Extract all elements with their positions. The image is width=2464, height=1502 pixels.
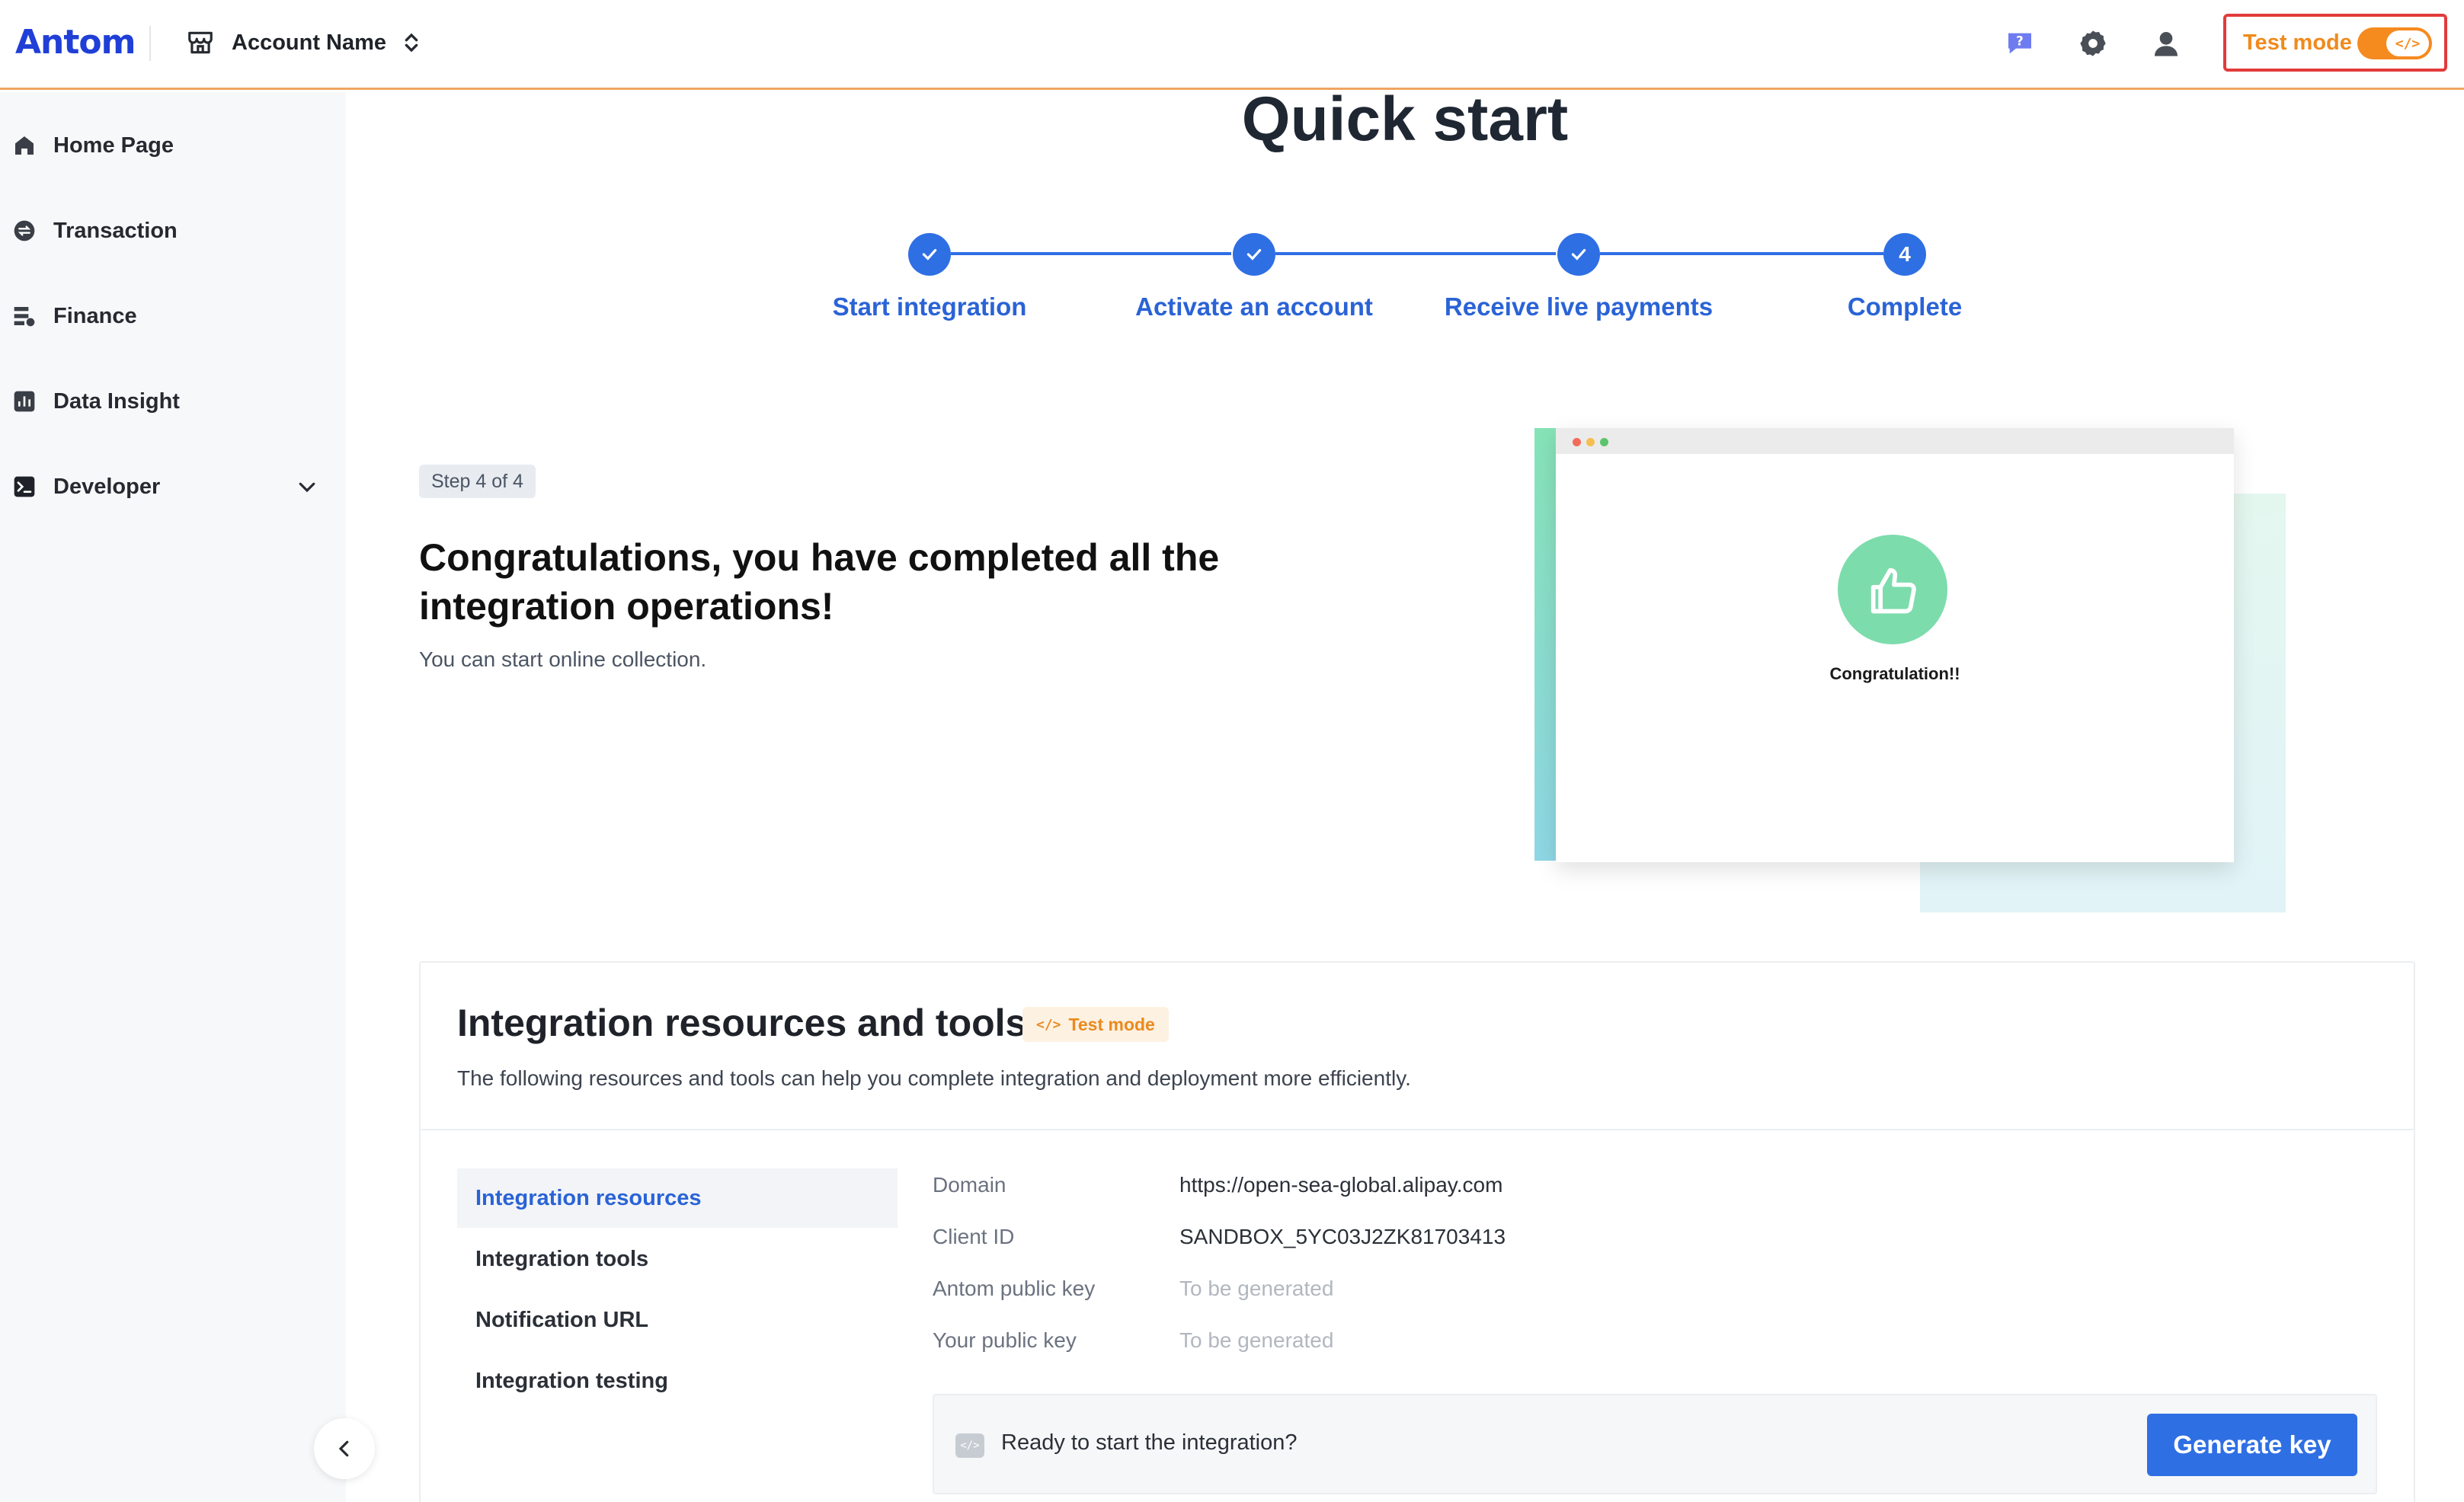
- test-mode-toggle-area: Test mode </>: [2223, 14, 2447, 72]
- badge-label: Test mode: [1068, 1014, 1155, 1034]
- field-key-client-id: Client ID: [933, 1225, 1015, 1248]
- step-3-check: [1557, 233, 1600, 276]
- integration-resources-card: Integration resources and tools </> Test…: [419, 961, 2415, 1502]
- step-label-receive-payments: Receive live payments: [1444, 292, 1714, 321]
- field-key-antom-public-key: Antom public key: [933, 1277, 1096, 1300]
- sidebar-item-data-insight[interactable]: Data Insight: [12, 375, 325, 428]
- window-dot-yellow: [1586, 438, 1595, 446]
- top-header: Antom Account Name ? Test mode </>: [0, 0, 2464, 90]
- step-1-check: [908, 233, 951, 276]
- test-mode-badge: </> Test mode: [1022, 1007, 1169, 1042]
- illustration-accent: [1534, 428, 1557, 861]
- store-icon: [188, 31, 213, 54]
- account-switcher[interactable]: Account Name: [186, 23, 420, 62]
- sidebar: Home Page Transaction Finance Data Insig…: [0, 92, 346, 1502]
- header-divider: [149, 26, 151, 61]
- sidebar-item-label: Home Page: [53, 133, 174, 158]
- chevron-left-icon: [338, 1440, 349, 1457]
- stepper-connector: [1600, 252, 1883, 255]
- account-name: Account Name: [232, 30, 387, 55]
- page-title: Quick start: [1241, 85, 1569, 154]
- tab-integration-tools[interactable]: Integration tools: [457, 1229, 898, 1289]
- step-2-check: [1233, 233, 1275, 276]
- test-mode-label: Test mode: [2243, 30, 2352, 55]
- chevron-updown-icon: [405, 33, 418, 53]
- illustration-caption: Congratulation!!: [1829, 664, 1960, 683]
- field-value-antom-public-key: To be generated: [1179, 1277, 1334, 1300]
- step-label-complete: Complete: [1847, 292, 1963, 321]
- check-icon: [1571, 248, 1586, 260]
- sidebar-item-label: Transaction: [53, 218, 178, 243]
- svg-text:?: ?: [2016, 34, 2024, 49]
- step-label-activate-account: Activate an account: [1135, 292, 1373, 321]
- help-chat-icon[interactable]: ?: [2001, 24, 2039, 62]
- test-mode-switch[interactable]: </>: [2357, 27, 2432, 59]
- transaction-icon: [12, 219, 37, 243]
- sidebar-item-finance[interactable]: Finance: [12, 289, 325, 343]
- stepper-connector: [951, 252, 1231, 255]
- check-icon: [922, 248, 937, 260]
- step-badge: Step 4 of 4: [419, 465, 536, 498]
- settings-gear-icon[interactable]: [2074, 24, 2112, 62]
- congrats-text: You can start online collection.: [419, 647, 707, 671]
- check-icon: [1246, 248, 1262, 260]
- field-key-your-public-key: Your public key: [933, 1328, 1077, 1352]
- data-insight-icon: [12, 389, 37, 414]
- sidebar-item-label: Data Insight: [53, 388, 180, 414]
- finance-icon: [12, 304, 37, 328]
- tab-integration-testing[interactable]: Integration testing: [457, 1351, 898, 1411]
- field-value-client-id[interactable]: SANDBOX_5YC03J2ZK81703413: [1179, 1225, 1506, 1249]
- sidebar-item-label: Developer: [53, 474, 161, 499]
- step-4-number: 4: [1883, 233, 1926, 276]
- stepper-connector: [1275, 252, 1556, 255]
- developer-terminal-icon: [12, 475, 37, 499]
- congrats-illustration: Congratulation!!: [1556, 428, 2234, 862]
- field-value-domain[interactable]: https://open-sea-global.alipay.com: [1179, 1173, 1502, 1197]
- ready-text: Ready to start the integration?: [1001, 1430, 1298, 1455]
- code-icon: </>: [1036, 1016, 1061, 1033]
- card-description: The following resources and tools can he…: [457, 1066, 1411, 1090]
- code-icon: </>: [955, 1433, 984, 1458]
- code-icon: </>: [2386, 30, 2429, 56]
- sidebar-item-developer[interactable]: Developer: [12, 460, 325, 513]
- sidebar-item-label: Finance: [53, 303, 137, 328]
- congrats-heading: Congratulations, you have completed all …: [419, 536, 1220, 628]
- collapse-sidebar-button[interactable]: [314, 1418, 375, 1479]
- tab-integration-resources[interactable]: Integration resources: [457, 1168, 898, 1228]
- generate-key-button[interactable]: Generate key: [2147, 1414, 2357, 1476]
- card-title: Integration resources and tools: [457, 1002, 1027, 1044]
- step-label-start-integration: Start integration: [832, 292, 1027, 321]
- window-dot-red: [1573, 438, 1581, 446]
- thumbs-up-icon: [1838, 535, 1947, 644]
- sidebar-item-transaction[interactable]: Transaction: [12, 204, 325, 257]
- illustration-window-bar: [1556, 428, 2234, 454]
- tab-notification-url[interactable]: Notification URL: [457, 1290, 898, 1350]
- ready-banner: </> Ready to start the integration? Gene…: [933, 1394, 2377, 1494]
- user-avatar-icon[interactable]: [2147, 24, 2185, 62]
- card-divider: [421, 1129, 2414, 1130]
- home-icon: [12, 133, 37, 158]
- chevron-down-icon: [299, 482, 315, 493]
- sidebar-item-home[interactable]: Home Page: [12, 119, 325, 172]
- antom-logo[interactable]: Antom: [15, 23, 136, 62]
- window-dot-green: [1600, 438, 1608, 446]
- field-value-your-public-key: To be generated: [1179, 1328, 1334, 1352]
- field-key-domain: Domain: [933, 1173, 1006, 1197]
